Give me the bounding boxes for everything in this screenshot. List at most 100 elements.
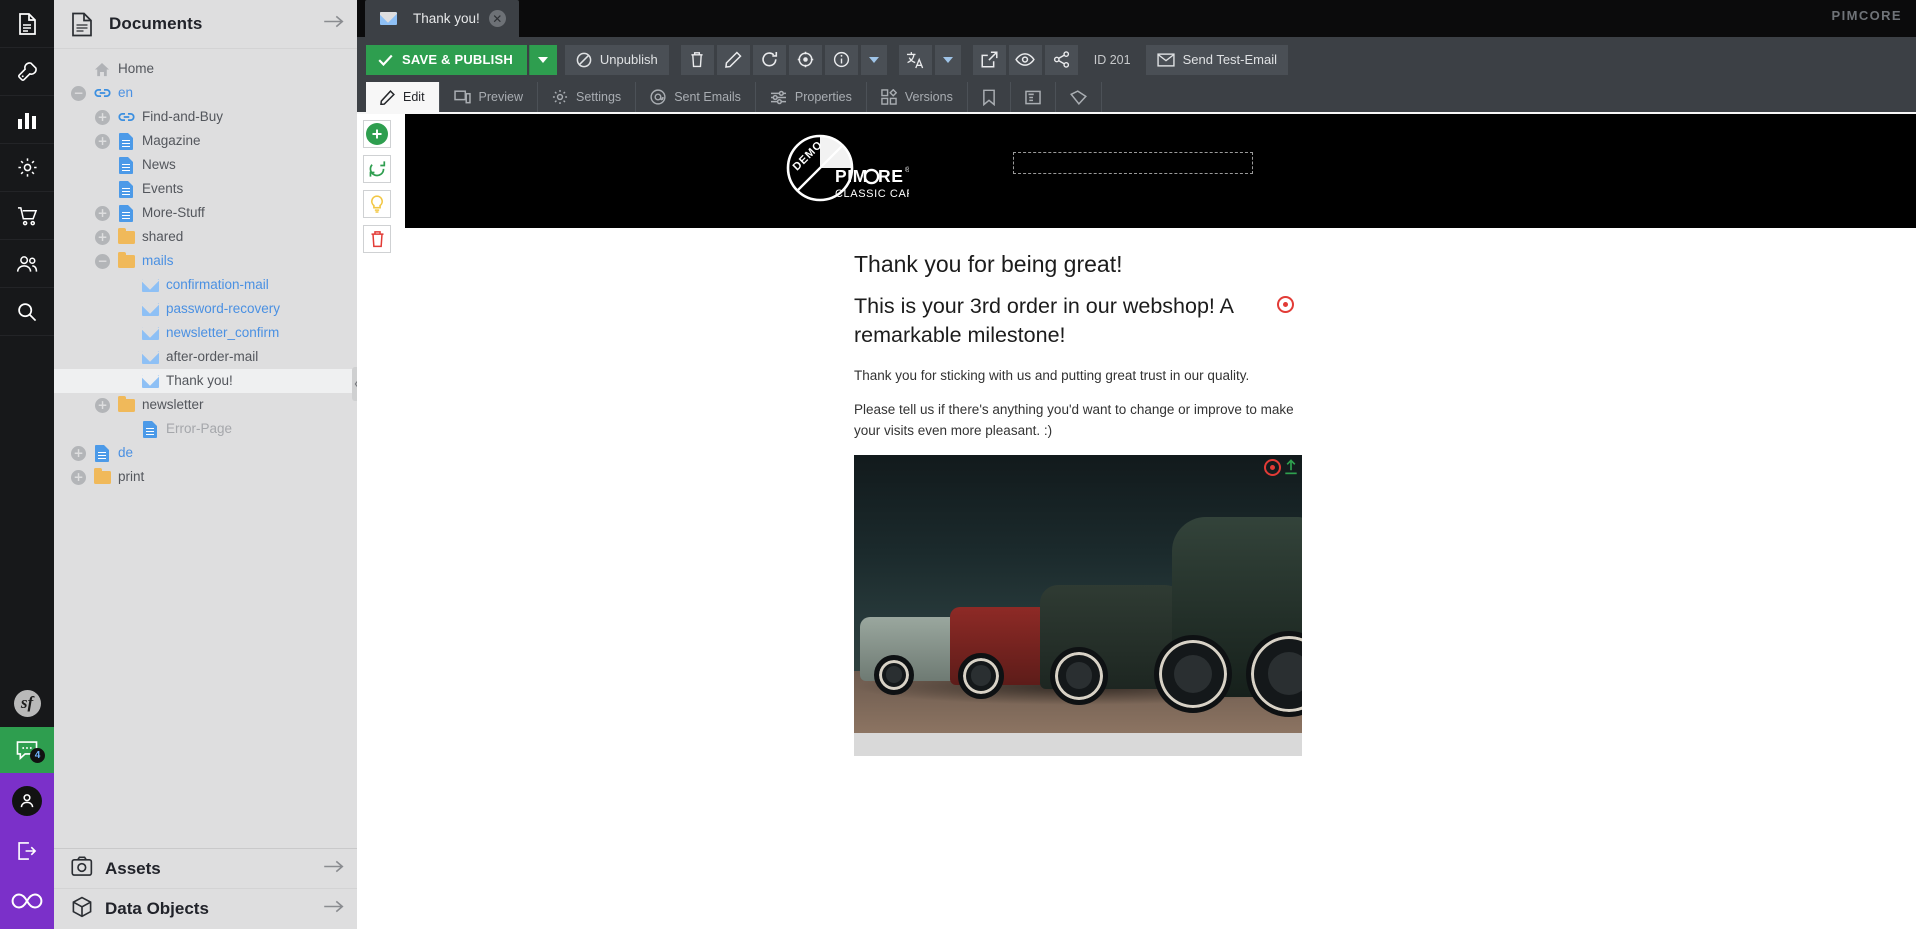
expand-node-icon[interactable]: + — [95, 397, 110, 413]
main-area: Thank you! ✕ PIMCORE SAVE & PUBLISH Unpu… — [357, 0, 1916, 929]
user-avatar[interactable] — [0, 773, 54, 829]
reload-icon[interactable] — [752, 44, 786, 75]
tree-item-mails[interactable]: − mails — [54, 249, 357, 273]
save-and-publish-button[interactable]: SAVE & PUBLISH — [366, 44, 527, 75]
tree-item-more-stuff[interactable]: + More-Stuff — [54, 201, 357, 225]
ecommerce-icon[interactable] — [0, 192, 54, 240]
chat-notifications-icon[interactable]: 4 — [0, 727, 54, 773]
tree-item-magazine[interactable]: + Magazine — [54, 129, 357, 153]
tree-item-events[interactable]: +Events — [54, 177, 357, 201]
reports-icon[interactable] — [0, 96, 54, 144]
infinity-logo-icon[interactable] — [0, 873, 54, 929]
document-subtabs[interactable]: Edit Preview Settings Sent Emails Properties… — [357, 82, 1916, 112]
preview-eye-icon[interactable] — [1008, 44, 1042, 75]
expand-node-icon[interactable]: + — [71, 445, 86, 461]
expand-node-icon[interactable]: + — [95, 133, 110, 149]
tab-label: Sent Emails — [674, 90, 741, 104]
tab-clipboard[interactable] — [1011, 82, 1056, 112]
unpublish-button[interactable]: Unpublish — [564, 44, 669, 75]
expand-node-icon[interactable]: + — [95, 109, 110, 125]
header-editable-placeholder[interactable] — [1013, 152, 1253, 174]
clipboard-icon — [1025, 90, 1041, 105]
tree-item-newsletter-confirm[interactable]: +newsletter_confirm — [54, 321, 357, 345]
data-objects-expand-icon[interactable] — [323, 900, 344, 918]
tree-item-label: Magazine — [142, 133, 201, 149]
collapse-panel-button[interactable] — [323, 15, 344, 33]
tree-item-error-page[interactable]: +Error-Page — [54, 417, 357, 441]
tree-item-de[interactable]: + de — [54, 441, 357, 465]
collapse-node-icon[interactable]: − — [95, 253, 110, 269]
email-image-block[interactable] — [854, 454, 1302, 756]
tree-item-label: password-recovery — [166, 301, 281, 317]
upload-image-icon[interactable] — [1284, 458, 1298, 480]
tab-tag[interactable] — [1056, 82, 1102, 112]
data-objects-panel-toggle[interactable]: Data Objects — [54, 889, 357, 929]
logout-icon[interactable] — [0, 829, 54, 873]
tree-item-after-order-mail[interactable]: +after-order-mail — [54, 345, 357, 369]
assets-panel-toggle[interactable]: Assets — [54, 849, 357, 889]
delete-icon[interactable] — [680, 44, 714, 75]
save-dropdown-button[interactable] — [528, 44, 557, 75]
screen-icon — [453, 90, 471, 104]
tab-label: Properties — [794, 90, 852, 104]
tree-item-shared[interactable]: + shared — [54, 225, 357, 249]
tab-sent-emails[interactable]: Sent Emails — [636, 82, 756, 112]
folder-icon — [117, 251, 135, 270]
tools-icon[interactable] — [0, 48, 54, 96]
search-icon[interactable] — [0, 288, 54, 336]
delete-element-button[interactable] — [363, 225, 391, 253]
tree-item-newsletter[interactable]: + newsletter — [54, 393, 357, 417]
tree-item-password-recovery[interactable]: +password-recovery — [54, 297, 357, 321]
share-icon[interactable] — [1044, 44, 1078, 75]
bookmark-icon — [982, 89, 996, 106]
tree-item-thank-you[interactable]: +Thank you! — [54, 369, 357, 393]
image-editable-controls[interactable] — [1264, 458, 1298, 480]
info-icon[interactable] — [824, 44, 858, 75]
tree-item-print[interactable]: + print — [54, 465, 357, 489]
tree-item-home[interactable]: +Home — [54, 57, 357, 81]
reload-element-button[interactable] — [363, 155, 391, 183]
tab-versions[interactable]: Versions — [867, 82, 968, 112]
tree-item-label: print — [118, 469, 145, 485]
open-external-icon[interactable] — [972, 44, 1006, 75]
open-document-tab[interactable]: Thank you! ✕ — [365, 0, 519, 37]
expand-node-icon[interactable]: + — [95, 229, 110, 245]
tree-item-confirmation-mail[interactable]: +confirmation-mail — [54, 273, 357, 297]
chevron-down-icon — [868, 56, 879, 63]
tab-bookmark[interactable] — [968, 82, 1011, 112]
customers-icon[interactable] — [0, 240, 54, 288]
translate-icon[interactable] — [898, 44, 932, 75]
tab-preview[interactable]: Preview — [440, 82, 539, 112]
hint-button[interactable] — [363, 190, 391, 218]
tree-item-en[interactable]: − en — [54, 81, 357, 105]
expand-node-icon[interactable]: + — [95, 205, 110, 221]
assets-expand-icon[interactable] — [323, 860, 344, 878]
tab-settings[interactable]: Settings — [538, 82, 637, 112]
classic-cars-photo[interactable] — [854, 454, 1302, 733]
symfony-logo-icon[interactable]: sf — [0, 679, 54, 727]
send-test-email-button[interactable]: Send Test-Email — [1145, 44, 1289, 75]
rail-bottom-group: sf 4 — [0, 679, 54, 929]
tab-properties[interactable]: Properties — [756, 82, 867, 112]
document-tree[interactable]: +Home−en+Find-and-Buy+Magazine+News+Even… — [54, 49, 357, 848]
document-stack-icon — [71, 12, 97, 37]
add-element-button[interactable] — [363, 120, 391, 148]
info-dropdown-icon[interactable] — [860, 44, 887, 75]
editable-marker-icon[interactable] — [1264, 458, 1281, 476]
rename-icon[interactable] — [716, 44, 750, 75]
close-icon[interactable]: ✕ — [488, 10, 506, 27]
translate-dropdown-icon[interactable] — [934, 44, 961, 75]
tab-edit[interactable]: Edit — [366, 82, 440, 112]
page-title: Documents — [109, 14, 203, 33]
symfony-glyph: sf — [13, 689, 41, 717]
collapse-node-icon[interactable]: − — [71, 85, 86, 101]
documents-icon[interactable] — [0, 0, 54, 48]
expand-node-icon[interactable]: + — [71, 469, 86, 485]
target-icon[interactable] — [788, 44, 822, 75]
tree-item-news[interactable]: +News — [54, 153, 357, 177]
tree-item-find-and-buy[interactable]: + Find-and-Buy — [54, 105, 357, 129]
editable-marker-icon[interactable] — [1277, 295, 1294, 313]
folder-icon — [93, 467, 111, 486]
settings-icon[interactable] — [0, 144, 54, 192]
link-icon — [117, 108, 135, 126]
